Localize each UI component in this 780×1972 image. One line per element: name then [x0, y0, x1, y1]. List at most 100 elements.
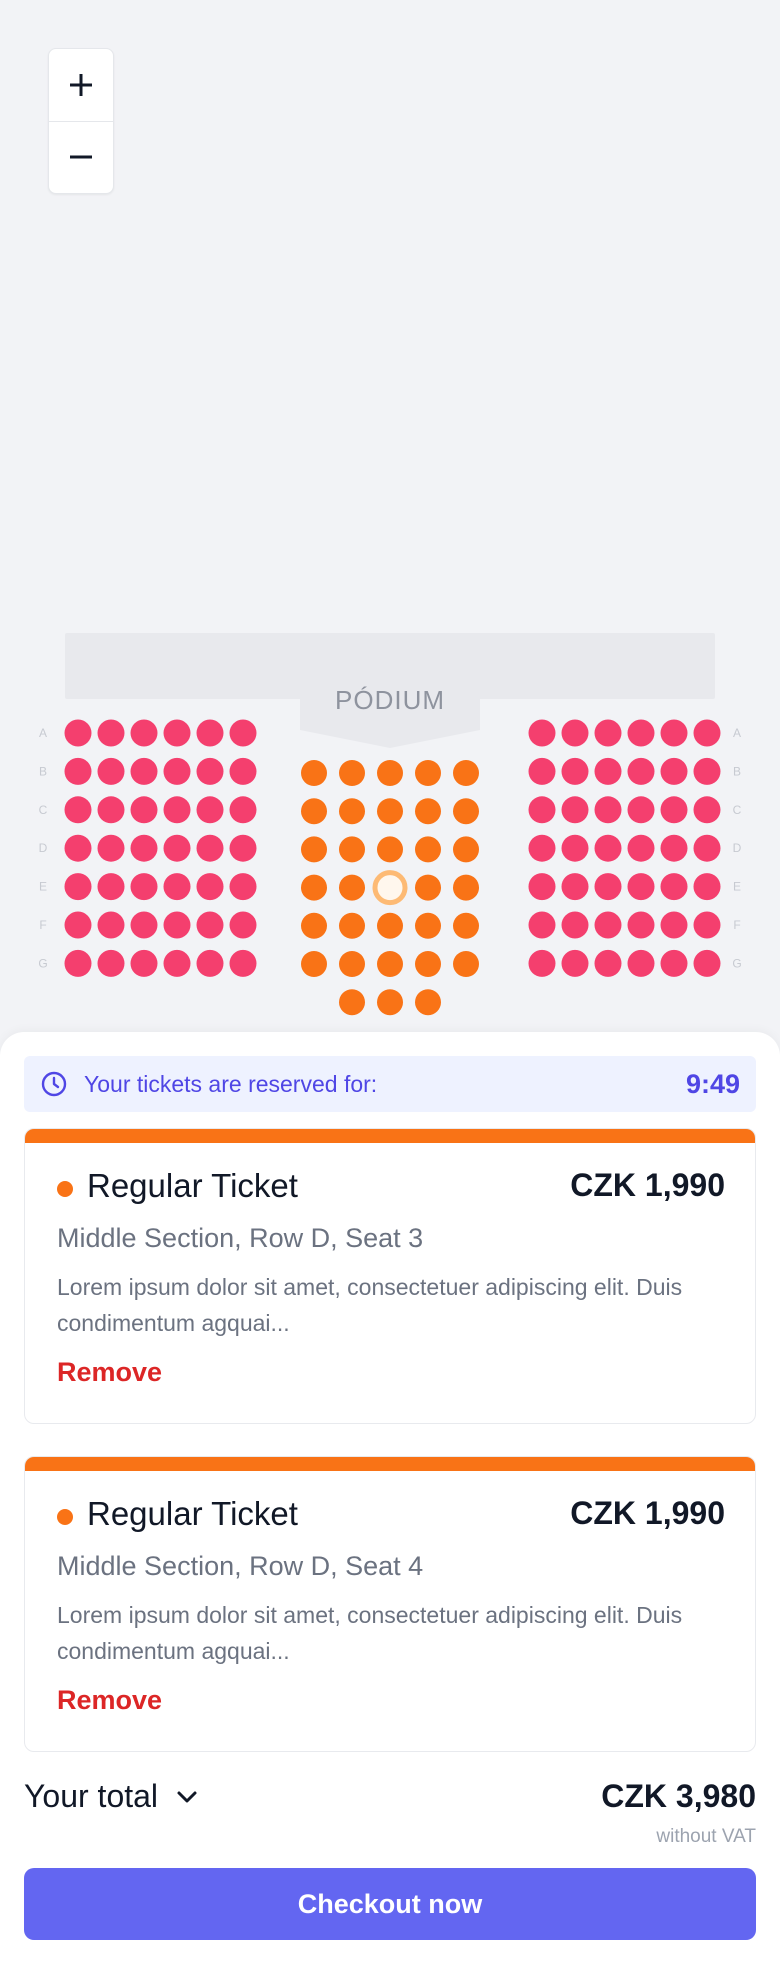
total-toggle[interactable]: Your total: [24, 1778, 198, 1815]
seat-middle-section[interactable]: [453, 874, 479, 901]
seat-middle-section[interactable]: [339, 874, 365, 901]
seat-right-section[interactable]: [693, 949, 721, 977]
seat-left-section[interactable]: [196, 834, 224, 862]
seat-left-section[interactable]: [196, 719, 224, 747]
seat-middle-section[interactable]: [415, 951, 441, 977]
seat-middle-section[interactable]: [301, 874, 327, 901]
seat-right-section[interactable]: [660, 719, 688, 747]
checkout-button[interactable]: Checkout now: [24, 1868, 756, 1940]
seat-left-section[interactable]: [97, 911, 125, 939]
seat-middle-section[interactable]: [415, 989, 441, 1016]
seat-left-section[interactable]: [163, 834, 191, 862]
seat-middle-section[interactable]: [339, 836, 365, 863]
seat-right-section[interactable]: [693, 796, 721, 824]
seat-middle-section[interactable]: [377, 989, 403, 1016]
seat-left-section[interactable]: [196, 949, 224, 977]
seat-right-section[interactable]: [561, 796, 589, 824]
seat-left-section[interactable]: [64, 719, 92, 747]
seat-left-section[interactable]: [196, 796, 224, 824]
seat-left-section[interactable]: [97, 834, 125, 862]
seat-right-section[interactable]: [594, 834, 622, 862]
seat-left-section[interactable]: [229, 796, 257, 824]
zoom-in-button[interactable]: [49, 49, 113, 121]
seat-middle-section[interactable]: [377, 798, 403, 825]
seat-right-section[interactable]: [561, 949, 589, 977]
seat-left-section[interactable]: [163, 757, 191, 785]
seat-middle-section[interactable]: [377, 836, 403, 863]
seat-middle-section[interactable]: [377, 951, 403, 977]
seat-left-section[interactable]: [97, 719, 125, 747]
seat-left-section[interactable]: [64, 757, 92, 785]
seat-middle-section[interactable]: [453, 798, 479, 825]
seat-right-section[interactable]: [693, 911, 721, 939]
seat-left-section[interactable]: [196, 873, 224, 901]
seat-middle-section[interactable]: [453, 836, 479, 863]
seat-left-section[interactable]: [97, 873, 125, 901]
seat-middle-section[interactable]: [301, 760, 327, 786]
seat-right-section[interactable]: [660, 757, 688, 785]
seat-middle-section[interactable]: [301, 951, 327, 977]
seat-left-section[interactable]: [64, 873, 92, 901]
seat-right-section[interactable]: [561, 873, 589, 901]
seat-middle-section[interactable]: [301, 836, 327, 863]
seat-middle-section[interactable]: [377, 760, 403, 786]
seat-right-section[interactable]: [594, 796, 622, 824]
seat-right-section[interactable]: [627, 911, 655, 939]
seat-left-section[interactable]: [64, 834, 92, 862]
seat-left-section[interactable]: [130, 757, 158, 785]
seat-right-section[interactable]: [528, 757, 556, 785]
seat-right-section[interactable]: [660, 911, 688, 939]
remove-ticket-button[interactable]: Remove: [57, 1357, 162, 1388]
seat-left-section[interactable]: [130, 834, 158, 862]
seat-middle-section[interactable]: [339, 951, 365, 977]
seat-left-section[interactable]: [97, 757, 125, 785]
seat-left-section[interactable]: [130, 796, 158, 824]
seat-right-section[interactable]: [660, 796, 688, 824]
seat-left-section[interactable]: [196, 757, 224, 785]
seat-selected[interactable]: [372, 870, 408, 906]
seat-right-section[interactable]: [660, 873, 688, 901]
seat-left-section[interactable]: [229, 719, 257, 747]
seat-right-section[interactable]: [594, 719, 622, 747]
seat-right-section[interactable]: [594, 757, 622, 785]
seat-right-section[interactable]: [561, 834, 589, 862]
seat-right-section[interactable]: [561, 757, 589, 785]
seat-right-section[interactable]: [660, 949, 688, 977]
seat-right-section[interactable]: [627, 949, 655, 977]
seat-right-section[interactable]: [528, 719, 556, 747]
seat-right-section[interactable]: [693, 834, 721, 862]
seat-left-section[interactable]: [130, 949, 158, 977]
seat-left-section[interactable]: [163, 719, 191, 747]
remove-ticket-button[interactable]: Remove: [57, 1685, 162, 1716]
seat-middle-section[interactable]: [415, 798, 441, 825]
seat-right-section[interactable]: [693, 757, 721, 785]
seat-middle-section[interactable]: [339, 798, 365, 825]
seat-right-section[interactable]: [627, 719, 655, 747]
seat-left-section[interactable]: [229, 834, 257, 862]
seat-left-section[interactable]: [130, 911, 158, 939]
seat-right-section[interactable]: [594, 873, 622, 901]
seat-left-section[interactable]: [229, 949, 257, 977]
seat-left-section[interactable]: [64, 949, 92, 977]
seat-right-section[interactable]: [627, 796, 655, 824]
seat-middle-section[interactable]: [301, 798, 327, 825]
seat-left-section[interactable]: [229, 873, 257, 901]
seat-middle-section[interactable]: [453, 912, 479, 939]
seat-right-section[interactable]: [660, 834, 688, 862]
seat-right-section[interactable]: [594, 949, 622, 977]
seat-left-section[interactable]: [64, 796, 92, 824]
seat-middle-section[interactable]: [415, 836, 441, 863]
seat-left-section[interactable]: [163, 911, 191, 939]
seat-right-section[interactable]: [693, 873, 721, 901]
seat-right-section[interactable]: [627, 834, 655, 862]
seat-middle-section[interactable]: [339, 760, 365, 786]
zoom-out-button[interactable]: [49, 120, 113, 194]
seat-left-section[interactable]: [163, 873, 191, 901]
seat-left-section[interactable]: [130, 873, 158, 901]
seat-middle-section[interactable]: [377, 912, 403, 939]
seat-middle-section[interactable]: [453, 760, 479, 786]
seat-right-section[interactable]: [528, 911, 556, 939]
seat-middle-section[interactable]: [453, 951, 479, 977]
seat-right-section[interactable]: [528, 796, 556, 824]
seat-left-section[interactable]: [229, 911, 257, 939]
